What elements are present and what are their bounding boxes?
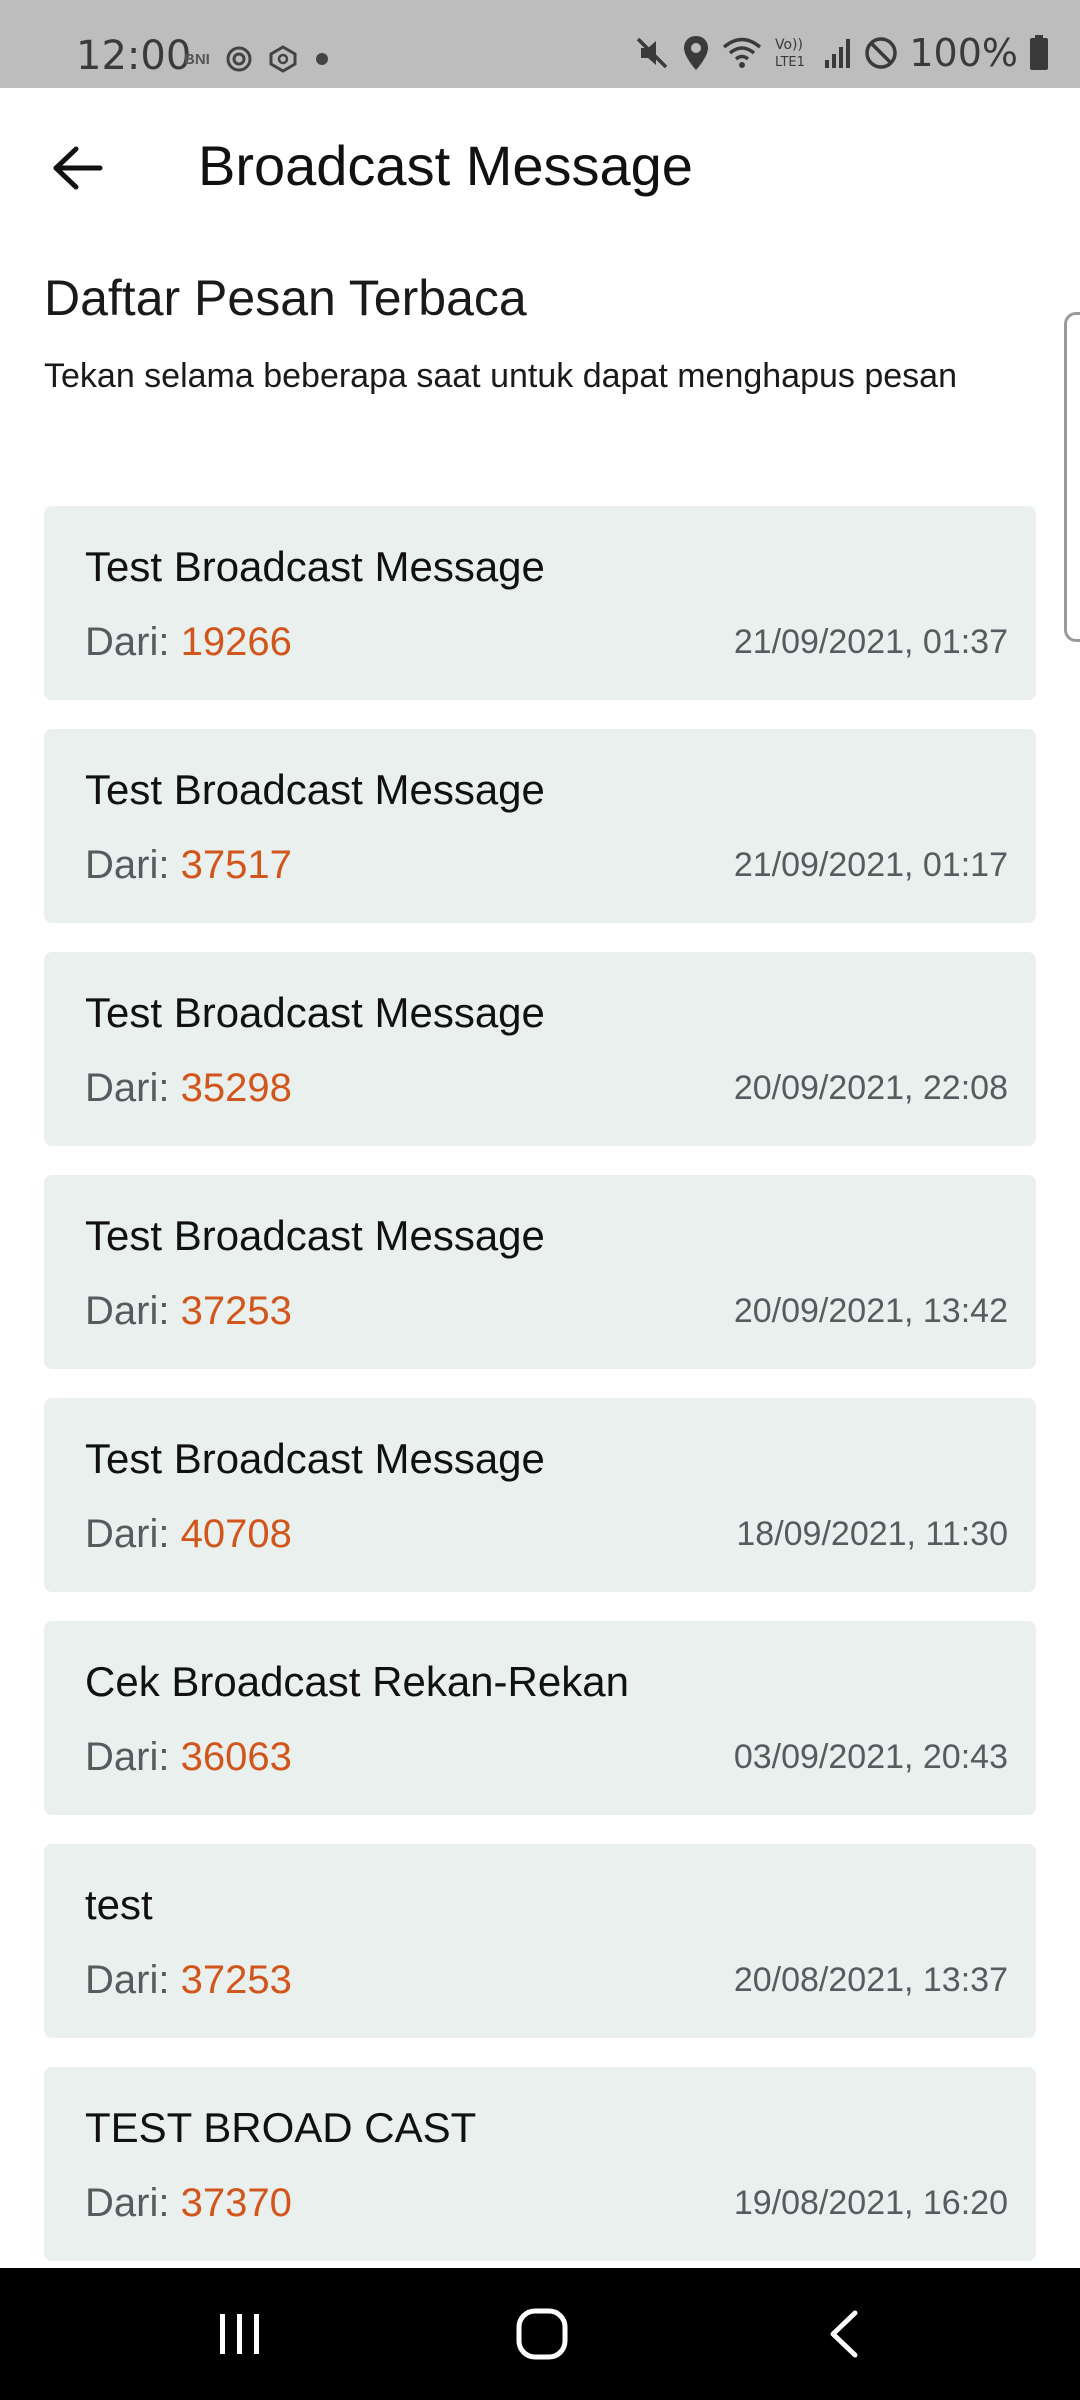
- message-title: Cek Broadcast Rekan-Rekan: [85, 1658, 629, 1705]
- volte-icon: Vo)) LTE1: [775, 37, 805, 70]
- message-date: 21/09/2021, 01:37: [733, 623, 1008, 661]
- back-button[interactable]: [38, 128, 118, 208]
- do-not-disturb-icon: [865, 37, 898, 69]
- sender-label: Dari:: [85, 2181, 181, 2225]
- svg-text:LTE1: LTE1: [775, 55, 805, 70]
- bni-badge: BNI: [184, 50, 210, 68]
- sender-id: 37253: [180, 1958, 292, 2002]
- section-subtitle: Tekan selama beberapa saat untuk dapat m…: [44, 357, 957, 395]
- sender-id: 35298: [180, 1066, 292, 1110]
- message-title: TEST BROAD CAST: [85, 2104, 477, 2151]
- sender-label: Dari:: [85, 1512, 181, 1556]
- message-sender: Dari: 37517: [85, 841, 292, 889]
- message-card[interactable]: test Dari: 37253 20/08/2021, 13:37: [44, 1844, 1036, 2038]
- sender-label: Dari:: [85, 843, 181, 887]
- message-title: Test Broadcast Message: [85, 766, 545, 813]
- message-title: Test Broadcast Message: [85, 1212, 545, 1259]
- signal-icon: [825, 39, 851, 68]
- message-card[interactable]: Test Broadcast Message Dari: 37253 20/09…: [44, 1175, 1036, 1369]
- svg-text:Vo)): Vo)): [775, 37, 803, 53]
- more-notifications-dot-icon: [315, 53, 328, 65]
- message-title: Test Broadcast Message: [85, 543, 545, 590]
- message-date: 18/09/2021, 11:30: [736, 1515, 1008, 1553]
- message-card[interactable]: Test Broadcast Message Dari: 37517 21/09…: [44, 729, 1036, 923]
- message-card[interactable]: Cek Broadcast Rekan-Rekan Dari: 36063 03…: [44, 1621, 1036, 1815]
- section-title: Daftar Pesan Terbaca: [44, 270, 527, 326]
- app-notification-icon: [226, 46, 252, 72]
- message-title: Test Broadcast Message: [85, 1435, 545, 1482]
- message-date: 20/08/2021, 13:37: [733, 1961, 1008, 1999]
- message-sender: Dari: 40708: [85, 1510, 292, 1558]
- status-time: 12:00: [76, 33, 192, 79]
- scrollbar[interactable]: [1064, 312, 1080, 642]
- home-icon: [516, 2308, 568, 2360]
- message-date: 20/09/2021, 22:08: [733, 1069, 1008, 1107]
- message-title: test: [85, 1881, 153, 1928]
- mute-icon: [637, 37, 668, 69]
- sender-id: 37370: [180, 2181, 292, 2225]
- home-button[interactable]: [462, 2268, 622, 2400]
- message-sender: Dari: 37253: [85, 1287, 292, 1335]
- sender-label: Dari:: [85, 1958, 181, 2002]
- message-card[interactable]: Test Broadcast Message Dari: 35298 20/09…: [44, 952, 1036, 1146]
- navigation-bar: [0, 2268, 1080, 2400]
- sender-id: 37253: [180, 1289, 292, 1333]
- sender-label: Dari:: [85, 1735, 181, 1779]
- recent-apps-icon: [220, 2314, 259, 2354]
- message-sender: Dari: 36063: [85, 1733, 292, 1781]
- app-bar: Broadcast Message: [0, 88, 1080, 238]
- message-date: 21/09/2021, 01:17: [733, 846, 1008, 884]
- message-sender: Dari: 35298: [85, 1064, 292, 1112]
- battery-percentage: 100%: [909, 31, 1018, 75]
- status-system-icons: Vo)) LTE1 100%: [633, 34, 1050, 72]
- sender-label: Dari:: [85, 620, 181, 664]
- sender-label: Dari:: [85, 1066, 181, 1110]
- sender-id: 40708: [180, 1512, 292, 1556]
- message-date: 20/09/2021, 13:42: [733, 1292, 1008, 1330]
- message-date: 19/08/2021, 16:20: [733, 2184, 1008, 2222]
- status-bar: 12:00 BNI Vo)) LTE1 100%: [0, 0, 1080, 88]
- app-notification-icon-2: [269, 45, 297, 73]
- page-title: Broadcast Message: [198, 134, 693, 197]
- message-sender: Dari: 19266: [85, 618, 292, 666]
- system-back-button[interactable]: [764, 2268, 924, 2400]
- sender-id: 37517: [180, 843, 292, 887]
- message-date: 03/09/2021, 20:43: [733, 1738, 1008, 1776]
- message-list: Test Broadcast Message Dari: 19266 21/09…: [44, 506, 1036, 2290]
- message-card[interactable]: Test Broadcast Message Dari: 19266 21/09…: [44, 506, 1036, 700]
- recent-apps-button[interactable]: [160, 2268, 320, 2400]
- sender-id: 36063: [180, 1735, 292, 1779]
- status-notification-icons: BNI: [184, 44, 332, 74]
- message-sender: Dari: 37370: [85, 2179, 292, 2227]
- battery-icon: [1030, 35, 1048, 70]
- arrow-left-icon: [53, 146, 103, 190]
- message-card[interactable]: Test Broadcast Message Dari: 40708 18/09…: [44, 1398, 1036, 1592]
- sender-id: 19266: [180, 620, 292, 664]
- location-icon: [684, 36, 709, 70]
- wifi-icon: [723, 37, 762, 68]
- message-sender: Dari: 37253: [85, 1956, 292, 2004]
- back-chevron-icon: [830, 2310, 858, 2358]
- message-card[interactable]: TEST BROAD CAST Dari: 37370 19/08/2021, …: [44, 2067, 1036, 2261]
- message-title: Test Broadcast Message: [85, 989, 545, 1036]
- sender-label: Dari:: [85, 1289, 181, 1333]
